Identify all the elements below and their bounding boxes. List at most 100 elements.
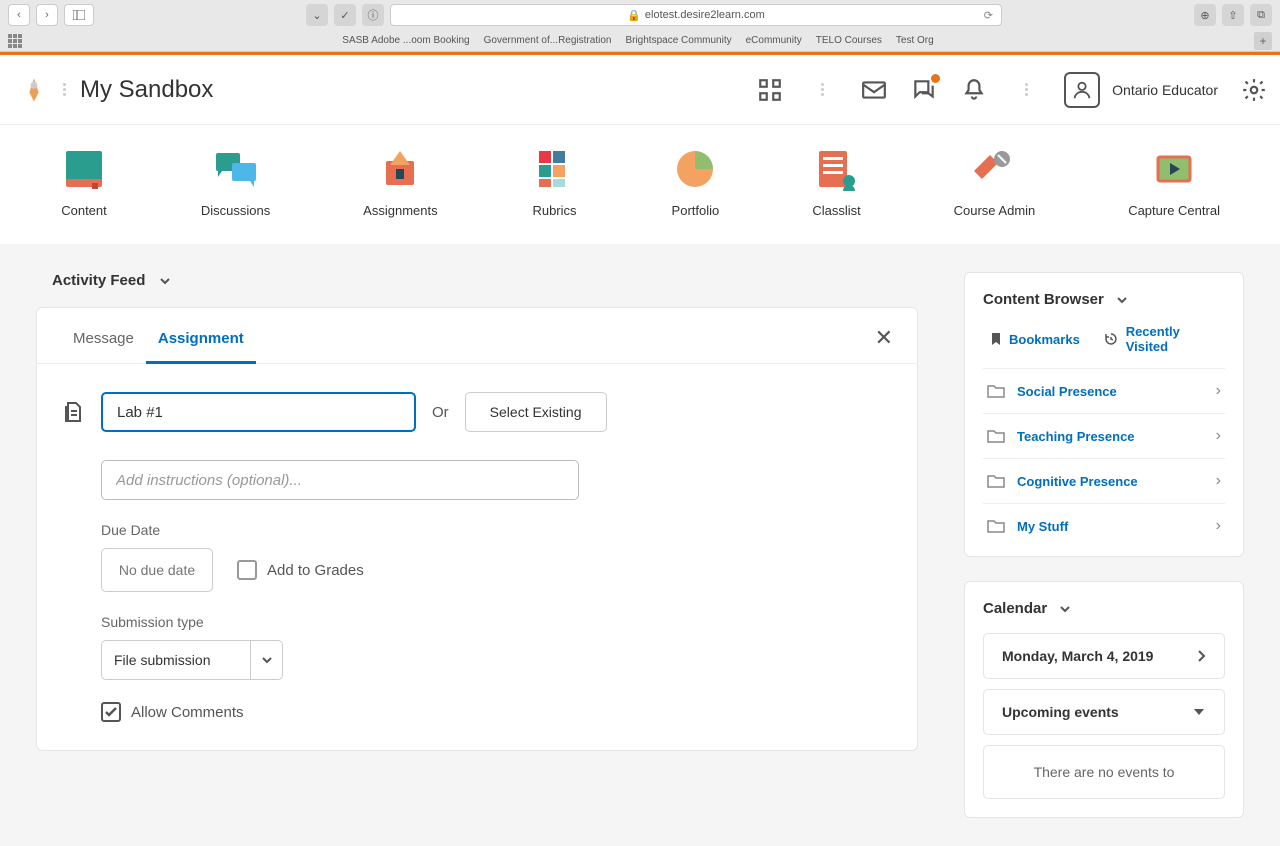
chevron-down-icon <box>1116 294 1128 306</box>
mail-icon[interactable] <box>860 76 888 104</box>
notification-dot <box>931 74 940 83</box>
course-title: My Sandbox <box>80 76 213 104</box>
select-existing-button[interactable]: Select Existing <box>465 392 607 432</box>
bookmark-link[interactable]: Government of...Registration <box>484 35 612 46</box>
chevron-right-icon: › <box>1216 517 1221 535</box>
activity-feed-title: Activity Feed <box>52 272 145 289</box>
folder-item[interactable]: Social Presence › <box>983 368 1225 413</box>
tab-assignment[interactable]: Assignment <box>146 322 256 363</box>
history-icon <box>1104 332 1118 346</box>
instructions-input[interactable] <box>101 460 579 500</box>
chevron-right-icon: › <box>1216 427 1221 445</box>
divider-dots <box>1020 83 1032 96</box>
nav-content[interactable]: Content <box>60 147 108 218</box>
calendar-date-box[interactable]: Monday, March 4, 2019 <box>983 633 1225 679</box>
share-icon[interactable]: ⇧ <box>1222 4 1244 26</box>
apps-icon[interactable] <box>8 34 22 48</box>
divider-dots <box>58 83 70 96</box>
bookmark-link[interactable]: eCommunity <box>746 35 802 46</box>
nav-rubrics[interactable]: Rubrics <box>531 147 579 218</box>
bookmarks-link[interactable]: Bookmarks <box>991 324 1080 354</box>
submission-type-select[interactable]: File submission <box>101 640 283 680</box>
lock-icon: 🔒 <box>627 9 641 22</box>
folder-item[interactable]: Cognitive Presence › <box>983 458 1225 503</box>
assignment-title-input[interactable] <box>101 392 416 432</box>
bookmark-link[interactable]: TELO Courses <box>816 35 882 46</box>
upcoming-events-box[interactable]: Upcoming events <box>983 689 1225 735</box>
folder-icon <box>987 518 1005 534</box>
user-avatar[interactable] <box>1064 72 1100 108</box>
user-name[interactable]: Ontario Educator <box>1112 82 1218 98</box>
gear-icon[interactable] <box>1240 76 1268 104</box>
check-icon[interactable]: ✓ <box>334 4 356 26</box>
close-icon[interactable]: ✕ <box>875 325 893 361</box>
pocket-icon[interactable]: ⌄ <box>306 4 328 26</box>
due-date-input[interactable] <box>101 548 213 592</box>
nav-label: Portfolio <box>672 203 720 218</box>
bell-icon[interactable] <box>960 76 988 104</box>
add-to-grades-label: Add to Grades <box>267 562 364 579</box>
download-icon[interactable]: ⊕ <box>1194 4 1216 26</box>
nav-capture-central[interactable]: Capture Central <box>1128 147 1220 218</box>
nav-assignments[interactable]: Assignments <box>363 147 437 218</box>
allow-comments-checkbox[interactable] <box>101 702 121 722</box>
chevron-down-icon <box>159 275 171 287</box>
tabs-icon[interactable]: ⧉ <box>1250 4 1272 26</box>
refresh-icon[interactable]: ⟳ <box>984 9 993 22</box>
bookmark-icon <box>991 332 1001 346</box>
triangle-down-icon <box>1192 707 1206 717</box>
content-browser-title: Content Browser <box>983 291 1104 308</box>
folder-icon <box>987 383 1005 399</box>
recently-visited-link[interactable]: Recently Visited <box>1104 324 1225 354</box>
bookmark-link[interactable]: Brightspace Community <box>625 35 731 46</box>
course-nav: Content Discussions Assignments Rubrics … <box>0 125 1280 244</box>
nav-discussions[interactable]: Discussions <box>201 147 270 218</box>
folder-item[interactable]: My Stuff › <box>983 503 1225 548</box>
tab-message[interactable]: Message <box>61 322 146 363</box>
sidebar-button[interactable] <box>64 4 94 26</box>
forward-button[interactable]: › <box>36 4 58 26</box>
chevron-right-icon: › <box>1216 382 1221 400</box>
app-switcher-icon[interactable] <box>756 76 784 104</box>
chevron-right-icon: › <box>1216 472 1221 490</box>
nav-course-admin[interactable]: Course Admin <box>954 147 1036 218</box>
nav-label: Course Admin <box>954 203 1036 218</box>
bookmark-link[interactable]: SASB Adobe ...oom Booking <box>342 35 469 46</box>
calendar-header[interactable]: Calendar <box>983 600 1225 617</box>
no-events-text: There are no events to <box>1034 764 1175 780</box>
bookmarks-bar: SASB Adobe ...oom Booking Government of.… <box>0 30 1280 52</box>
new-tab-button[interactable]: + <box>1254 32 1272 50</box>
activity-feed-header[interactable]: Activity Feed <box>52 272 918 289</box>
nav-label: Assignments <box>363 203 437 218</box>
folder-icon <box>987 473 1005 489</box>
due-date-label: Due Date <box>101 522 893 538</box>
chevron-right-icon <box>1196 649 1206 663</box>
calendar-title: Calendar <box>983 600 1047 617</box>
classlist-icon <box>813 147 861 191</box>
content-browser-widget: Content Browser Bookmarks Recently Visit… <box>964 272 1244 557</box>
chat-icon[interactable] <box>910 76 938 104</box>
org-logo[interactable] <box>20 76 48 104</box>
course-admin-icon <box>970 147 1018 191</box>
info-icon[interactable]: ⓘ <box>362 4 384 26</box>
assignments-icon <box>376 147 424 191</box>
nav-portfolio[interactable]: Portfolio <box>671 147 719 218</box>
no-events-box: There are no events to <box>983 745 1225 799</box>
rubrics-icon <box>531 147 579 191</box>
document-icon <box>61 400 85 424</box>
folder-icon <box>987 428 1005 444</box>
nav-classlist[interactable]: Classlist <box>812 147 860 218</box>
url-bar[interactable]: 🔒 elotest.desire2learn.com ⟳ <box>390 4 1002 26</box>
or-text: Or <box>432 404 449 421</box>
content-icon <box>60 147 108 191</box>
chevron-down-icon <box>1059 603 1071 615</box>
bookmark-link[interactable]: Test Org <box>896 35 934 46</box>
header: My Sandbox Ontario Educator <box>0 55 1280 125</box>
back-button[interactable]: ‹ <box>8 4 30 26</box>
content-browser-header[interactable]: Content Browser <box>983 291 1225 308</box>
assignment-card: Message Assignment ✕ Or Select Existing … <box>36 307 918 751</box>
folder-item[interactable]: Teaching Presence › <box>983 413 1225 458</box>
portfolio-icon <box>671 147 719 191</box>
add-to-grades-checkbox[interactable] <box>237 560 257 580</box>
nav-label: Classlist <box>812 203 860 218</box>
